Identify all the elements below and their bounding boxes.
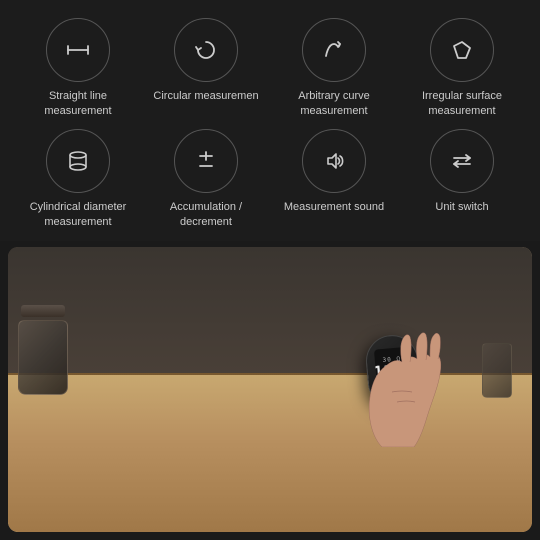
cylindrical-icon-circle bbox=[46, 129, 110, 193]
features-grid: Straight line measurement Circular measu… bbox=[16, 18, 524, 229]
measurement-sound-label: Measurement sound bbox=[284, 200, 384, 215]
photo-section: 30 Ω 1142 bbox=[8, 247, 532, 532]
feature-straight-line: Straight line measurement bbox=[16, 18, 140, 119]
accumulation-icon bbox=[190, 145, 222, 177]
unit-switch-icon bbox=[446, 145, 478, 177]
irregular-surface-icon bbox=[446, 34, 478, 66]
glass-jar-left bbox=[16, 305, 71, 395]
feature-unit-switch: Unit switch bbox=[400, 129, 524, 230]
feature-cylindrical: Cylindrical diameter measurement bbox=[16, 129, 140, 230]
irregular-surface-label: Irregular surface measurement bbox=[400, 89, 524, 119]
measurement-sound-icon bbox=[318, 145, 350, 177]
hand-svg bbox=[342, 327, 472, 447]
glass-jar-right bbox=[482, 343, 512, 398]
glass-jar-body bbox=[18, 320, 68, 395]
unit-switch-icon-circle bbox=[430, 129, 494, 193]
arbitrary-curve-icon bbox=[318, 34, 350, 66]
measurement-sound-icon-circle bbox=[302, 129, 366, 193]
hand-illustration bbox=[342, 327, 472, 447]
irregular-surface-icon-circle bbox=[430, 18, 494, 82]
straight-line-icon bbox=[62, 34, 94, 66]
feature-arbitrary-curve: Arbitrary curve measurement bbox=[272, 18, 396, 119]
straight-line-label: Straight line measurement bbox=[16, 89, 140, 119]
photo-background: 30 Ω 1142 bbox=[8, 247, 532, 532]
cylindrical-label: Cylindrical diameter measurement bbox=[16, 200, 140, 230]
feature-measurement-sound: Measurement sound bbox=[272, 129, 396, 230]
feature-circular: Circular measuremen bbox=[144, 18, 268, 119]
straight-line-icon-circle bbox=[46, 18, 110, 82]
feature-accumulation: Accumulation / decrement bbox=[144, 129, 268, 230]
arbitrary-curve-label: Arbitrary curve measurement bbox=[272, 89, 396, 119]
feature-irregular-surface: Irregular surface measurement bbox=[400, 18, 524, 119]
cylindrical-icon bbox=[62, 145, 94, 177]
features-section: Straight line measurement Circular measu… bbox=[0, 0, 540, 241]
circular-icon-circle bbox=[174, 18, 238, 82]
circular-icon bbox=[190, 34, 222, 66]
accumulation-label: Accumulation / decrement bbox=[144, 200, 268, 230]
unit-switch-label: Unit switch bbox=[435, 200, 488, 215]
glass-jar-lid bbox=[21, 305, 65, 317]
accumulation-icon-circle bbox=[174, 129, 238, 193]
circular-label: Circular measuremen bbox=[153, 89, 258, 104]
arbitrary-curve-icon-circle bbox=[302, 18, 366, 82]
